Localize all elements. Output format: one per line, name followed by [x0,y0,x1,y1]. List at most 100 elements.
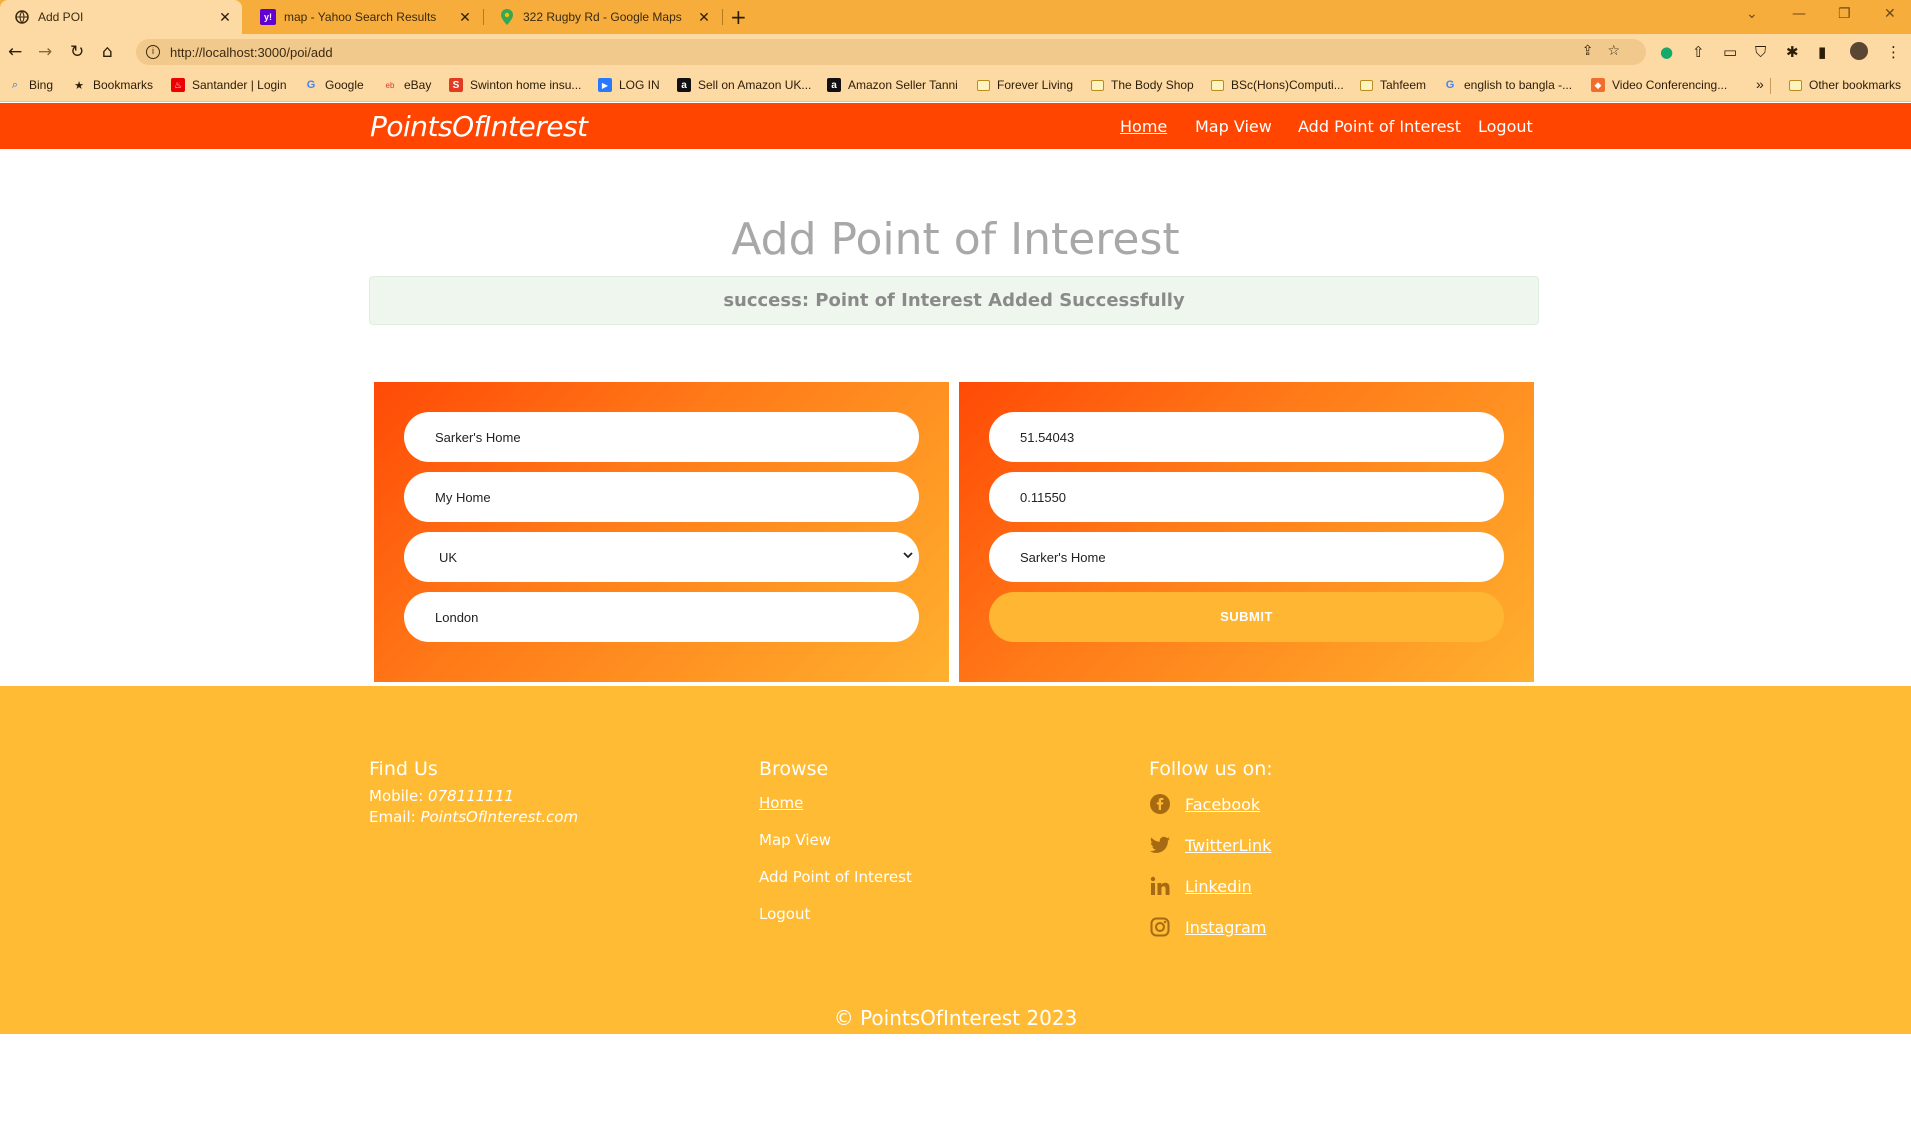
bookmark-label: Santander | Login [192,78,287,92]
profile-avatar[interactable] [1850,42,1868,60]
close-icon[interactable]: ✕ [695,9,713,26]
longitude-input[interactable]: 0.11550 [989,472,1504,522]
social-facebook[interactable]: Facebook [1149,793,1260,815]
forward-icon[interactable]: → [38,42,52,62]
amazon-icon: a [827,78,841,92]
tab-add-poi[interactable]: Add POI ✕ [0,0,242,34]
bookmark-swinton[interactable]: S Swinton home insu... [449,78,581,92]
bookmark-label: Swinton home insu... [470,78,582,92]
folder-icon [1359,78,1373,92]
grammarly-icon[interactable]: ● [1660,43,1673,61]
home-icon[interactable]: ⌂ [102,42,113,62]
back-icon[interactable]: ← [8,42,22,62]
bookmark-bing[interactable]: ⌕ Bing [8,78,53,92]
bookmark-bookmarks[interactable]: ★ Bookmarks [72,78,153,92]
footer-find-us: Find Us Mobile: 078111111 Email: PointsO… [369,758,578,828]
city-input[interactable]: London [404,592,919,642]
ebay-icon: eb [385,80,395,90]
facebook-icon [1149,793,1171,815]
bookmark-label: Sell on Amazon UK... [698,78,812,92]
bookmarks-bar: ⌕ Bing ★ Bookmarks ♨ Santander | Login G Goo… [0,70,1911,102]
bookmark-log-in[interactable]: ▶ LOG IN [598,78,660,92]
nav-logout[interactable]: Logout [1478,117,1533,136]
page-title: Add Point of Interest [731,214,1180,265]
bookmark-ebay[interactable]: eb eBay [383,78,432,92]
social-instagram[interactable]: Instagram [1149,916,1266,938]
bookmark-google[interactable]: G Google [304,78,364,92]
country-select-value: UK [439,549,458,565]
upload-extension-icon[interactable]: ⇧ [1692,43,1705,61]
bookmark-forever-living[interactable]: Forever Living [976,78,1073,92]
email-value: PointsOfInterest.com [420,808,579,826]
google-icon: G [1445,79,1455,91]
bookmark-label: eBay [404,78,432,92]
tab-title: map - Yahoo Search Results [284,10,437,24]
bookmark-santander[interactable]: ♨ Santander | Login [171,78,287,92]
poi-description-input[interactable]: My Home [404,472,919,522]
social-twitter[interactable]: TwitterLink [1149,834,1271,856]
reload-icon[interactable]: ↻ [70,42,84,62]
social-linkedin[interactable]: Linkedin [1149,875,1252,897]
address-bar[interactable]: i http://localhost:3000/poi/add ⇪☆ [136,39,1646,65]
menu-kebab-icon[interactable]: ⋮ [1886,43,1901,61]
shield-icon[interactable]: ⛉ [1755,43,1766,61]
footer-link-map-view[interactable]: Map View [759,831,831,849]
submit-button[interactable]: SUBMIT [989,592,1504,642]
poi-form-left-panel: Sarker's Home My Home UK London [374,382,949,682]
twitter-icon [1149,834,1171,856]
chevron-down-icon[interactable]: ⌄ [1746,6,1758,22]
tab-separator [722,9,723,25]
bookmark-sell-amazon[interactable]: a Sell on Amazon UK... [677,78,811,92]
bookmark-label: Bing [29,78,54,92]
bookmark-label: Bookmarks [93,78,154,92]
footer-link-logout[interactable]: Logout [759,905,810,923]
close-icon[interactable]: ✕ [216,9,234,26]
reader-icon[interactable]: ▭ [1723,43,1737,61]
window-close-icon[interactable]: ✕ [1884,6,1896,22]
side-panel-icon[interactable]: ▮ [1818,43,1826,61]
footer-heading: Find Us [369,758,438,780]
poi-name-input[interactable]: Sarker's Home [404,412,919,462]
bookmarks-overflow-icon[interactable]: » [1756,76,1764,92]
latitude-input[interactable]: 51.54043 [989,412,1504,462]
close-icon[interactable]: ✕ [456,9,474,26]
bookmark-tahfeem[interactable]: Tahfeem [1359,78,1426,92]
bookmark-label: Video Conferencing... [1612,78,1728,92]
browser-toolbar: ← → ↻ ⌂ i http://localhost:3000/poi/add … [0,34,1911,70]
social-label: Instagram [1185,917,1267,937]
tab-google-maps[interactable]: 322 Rugby Rd - Google Maps ✕ [485,0,721,34]
nav-add-poi[interactable]: Add Point of Interest [1298,117,1461,136]
footer-link-add-poi[interactable]: Add Point of Interest [759,868,912,886]
extensions-puzzle-icon[interactable]: ✱ [1786,43,1799,61]
mobile-value: 078111111 [428,787,514,805]
tab-yahoo[interactable]: y! map - Yahoo Search Results ✕ [246,0,482,34]
mobile-label: Mobile: [369,787,424,805]
restore-icon[interactable]: ❐ [1838,6,1851,22]
nav-map-view[interactable]: Map View [1195,117,1272,136]
bookmark-body-shop[interactable]: The Body Shop [1090,78,1194,92]
app-navbar: PointsOfInterest Home Map View Add Point… [0,103,1911,149]
instagram-icon [1149,916,1171,938]
bookmark-star-icon[interactable]: ⇪☆ [1582,43,1634,59]
bookmark-english-bangla[interactable]: Genglish to bangla -... [1443,78,1572,92]
cube-icon: ◆ [1591,78,1605,92]
bookmark-label: Forever Living [997,78,1074,92]
bookmark-other[interactable]: Other bookmarks [1788,78,1901,92]
folder-icon [1210,78,1224,92]
nav-home[interactable]: Home [1120,117,1167,136]
footer-email: Email: PointsOfInterest.com [369,807,578,828]
new-tab-icon[interactable]: + [730,5,747,29]
footer-link-home[interactable]: Home [759,794,803,812]
play-icon: ▶ [598,78,612,92]
info-icon[interactable]: i [146,45,160,59]
footer-heading: Browse [759,758,829,780]
bookmark-video-conferencing[interactable]: ◆ Video Conferencing... [1591,78,1727,92]
success-alert: success: Point of Interest Added Success… [369,276,1539,325]
tab-title: 322 Rugby Rd - Google Maps [523,10,682,24]
poi-label-input[interactable]: Sarker's Home [989,532,1504,582]
brand-logo[interactable]: PointsOfInterest [370,110,588,143]
bookmark-amazon-seller[interactable]: a Amazon Seller Tanni [827,78,958,92]
minimize-icon[interactable]: — [1792,6,1806,22]
country-select[interactable]: UK [404,532,919,582]
bookmark-bsc[interactable]: BSc(Hons)Computi... [1210,78,1344,92]
